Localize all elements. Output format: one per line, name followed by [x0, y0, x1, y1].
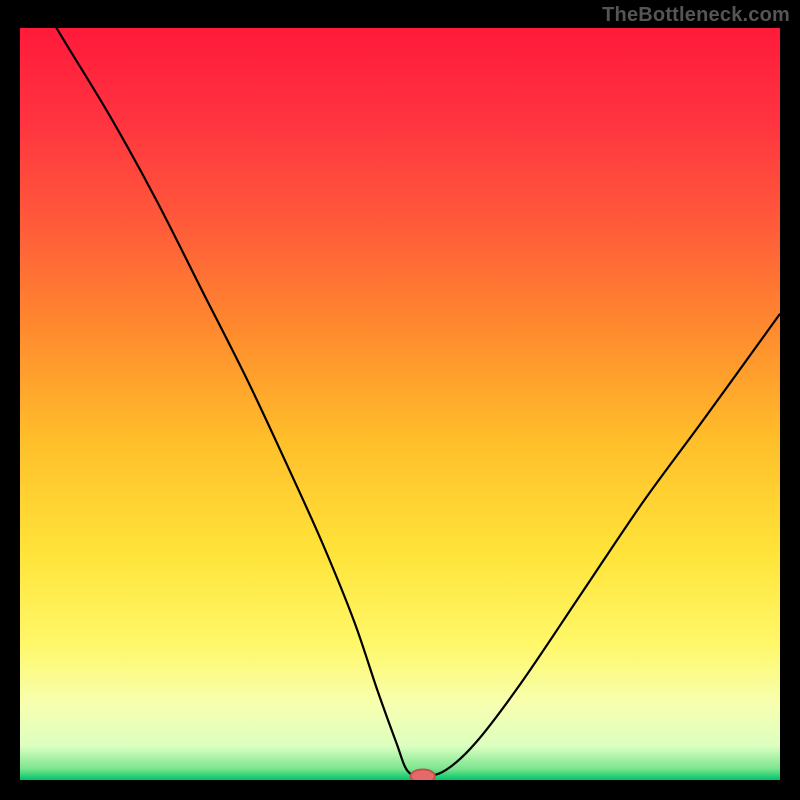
minimum-marker: [411, 769, 435, 780]
chart-frame: TheBottleneck.com: [0, 0, 800, 800]
watermark-label: TheBottleneck.com: [602, 4, 790, 27]
chart-svg: [20, 28, 780, 780]
gradient-background: [20, 28, 780, 780]
plot-area: [20, 28, 780, 780]
